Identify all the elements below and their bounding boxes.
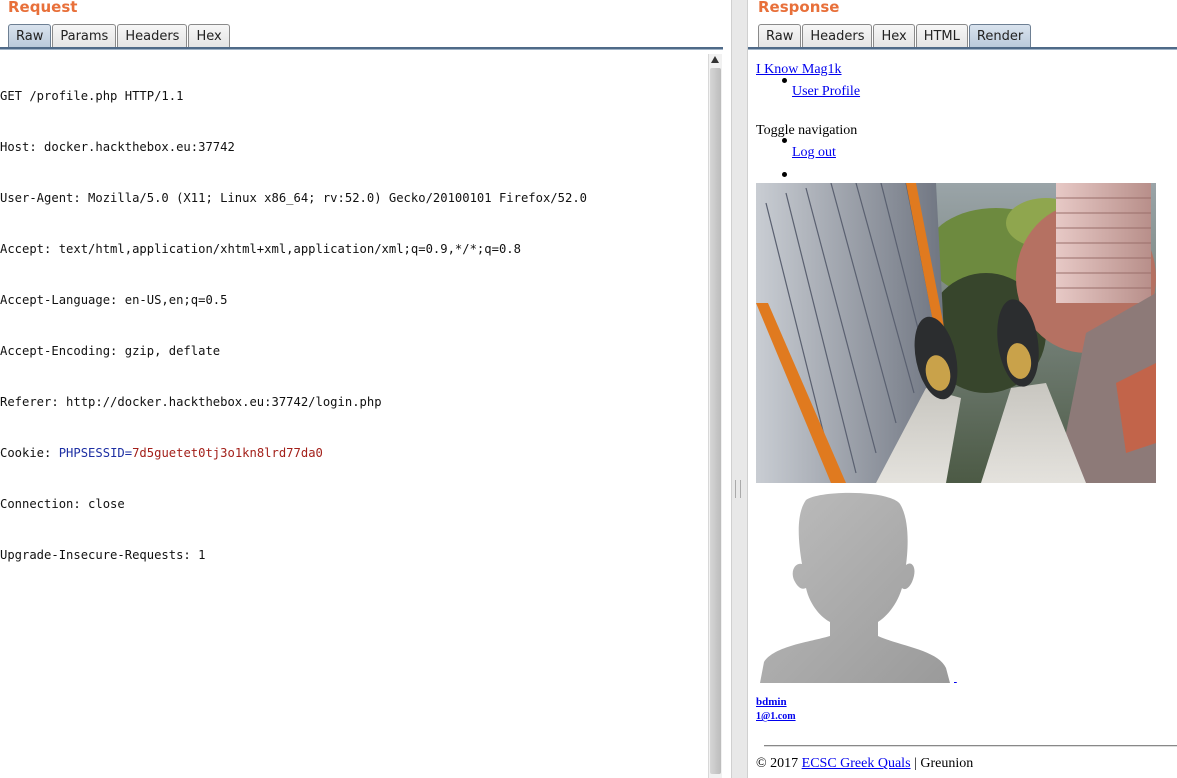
request-raw-editor[interactable]: GET /profile.php HTTP/1.1 Host: docker.h… <box>0 54 708 778</box>
response-title: Response <box>758 0 840 16</box>
response-tab-render[interactable]: Render <box>968 24 1032 48</box>
avatar[interactable] <box>760 490 950 683</box>
toggle-navigation-text[interactable]: Toggle navigation <box>756 123 857 139</box>
cookie-value: 7d5guetet0tj3o1kn8lrd77da0 <box>132 446 323 460</box>
user-profile-link[interactable]: User Profile <box>792 84 860 100</box>
response-tab-underline <box>748 47 1177 50</box>
response-tab-html[interactable]: HTML <box>915 24 968 48</box>
footer-copyright: © 2017 <box>756 756 802 771</box>
cookie-equals: = <box>124 446 133 460</box>
request-tab-params[interactable]: Params <box>52 24 117 48</box>
request-line: Upgrade-Insecure-Requests: 1 <box>0 548 206 562</box>
divider-grip-icon[interactable] <box>735 480 741 498</box>
response-tabs: Raw Headers Hex HTML Render <box>758 24 1032 48</box>
request-line: Host: docker.hackthebox.eu:37742 <box>0 140 235 154</box>
user-silhouette-icon <box>760 492 950 683</box>
request-tab-headers[interactable]: Headers <box>117 24 188 48</box>
request-line: Connection: close <box>0 497 125 511</box>
list-bullet <box>782 78 787 83</box>
footer-divider <box>764 745 1177 747</box>
response-panel: Response Raw Headers Hex HTML Render I K… <box>748 0 1177 778</box>
list-bullet <box>782 138 787 143</box>
logout-link[interactable]: Log out <box>792 145 836 161</box>
response-tab-hex[interactable]: Hex <box>873 24 915 48</box>
list-bullet <box>782 172 787 177</box>
hero-photo-icon <box>756 183 1156 483</box>
response-tab-raw[interactable]: Raw <box>758 24 802 48</box>
hero-image <box>756 183 1156 483</box>
footer-ecsc-link[interactable]: ECSC Greek Quals <box>802 756 911 771</box>
request-tab-hex[interactable]: Hex <box>188 24 230 48</box>
footer-suffix: | Greunion <box>910 756 974 771</box>
request-panel: Request Raw Params Headers Hex GET /prof… <box>0 0 731 778</box>
request-line: Accept-Encoding: gzip, deflate <box>0 344 221 358</box>
rendered-page: I Know Mag1k User Profile Toggle navigat… <box>748 54 1177 778</box>
brand-link[interactable]: I Know Mag1k <box>756 62 842 78</box>
scroll-up-arrow-icon[interactable] <box>711 56 719 63</box>
request-line: User-Agent: Mozilla/5.0 (X11; Linux x86_… <box>0 191 587 205</box>
request-line: Accept-Language: en-US,en;q=0.5 <box>0 293 228 307</box>
request-line: GET /profile.php HTTP/1.1 <box>0 89 184 103</box>
cookie-prefix: Cookie: <box>0 446 59 460</box>
request-tabs: Raw Params Headers Hex <box>8 24 231 48</box>
response-tab-headers[interactable]: Headers <box>802 24 873 48</box>
scrollbar-thumb[interactable] <box>710 68 721 774</box>
request-tab-underline <box>0 47 723 50</box>
request-line: Accept: text/html,application/xhtml+xml,… <box>0 242 521 256</box>
username-link[interactable]: bdmin <box>756 696 787 708</box>
cookie-name: PHPSESSID <box>58 446 125 460</box>
email-link[interactable]: 1@1.com <box>756 711 796 722</box>
request-scrollbar[interactable] <box>708 54 722 778</box>
avatar-link-underscore[interactable] <box>954 672 957 684</box>
cookie-line: Cookie: PHPSESSID=7d5guetet0tj3o1kn8lrd7… <box>0 445 708 462</box>
request-title: Request <box>8 0 78 16</box>
request-line: Referer: http://docker.hackthebox.eu:377… <box>0 395 382 409</box>
request-tab-raw[interactable]: Raw <box>8 24 52 48</box>
footer: © 2017 ECSC Greek Quals | Greunion <box>756 756 973 772</box>
split-pane-divider[interactable] <box>731 0 748 778</box>
